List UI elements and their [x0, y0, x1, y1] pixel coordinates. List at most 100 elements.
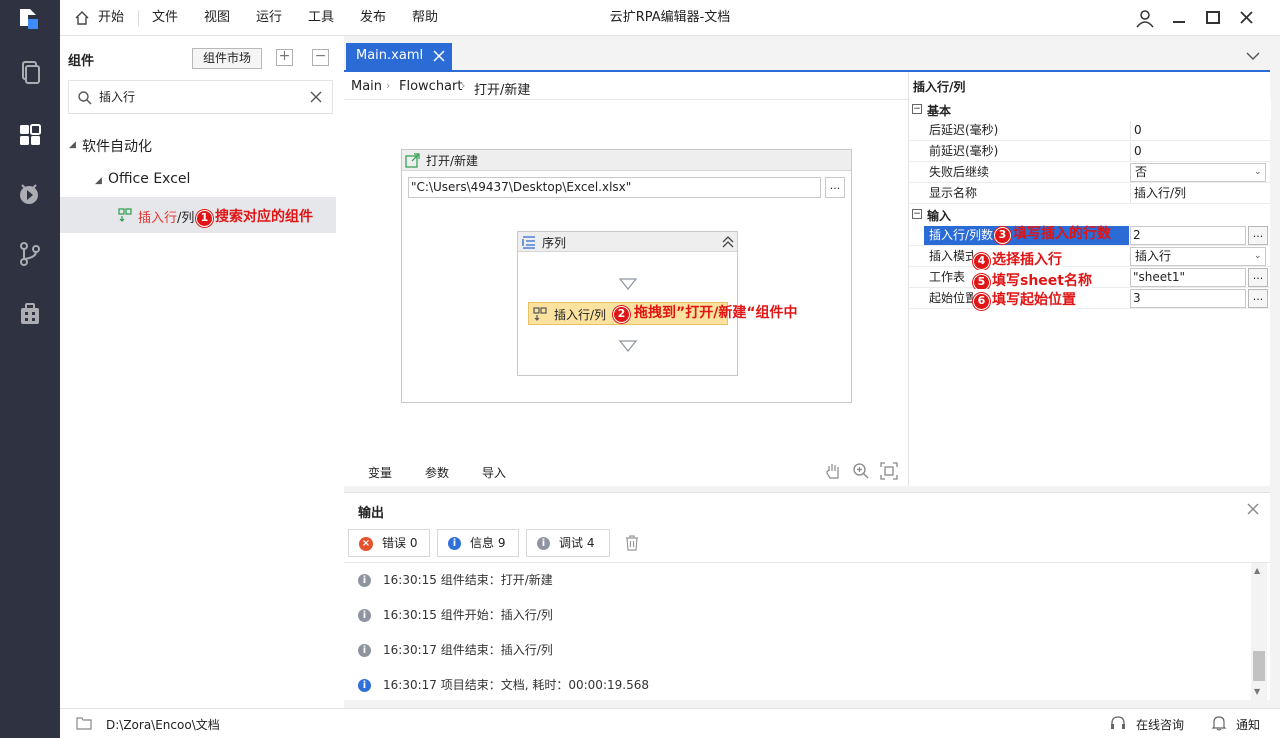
filter-info-button[interactable]: i 信息 9 — [437, 529, 519, 557]
sequence-header: 序列 — [518, 232, 737, 252]
info-icon: i — [358, 679, 371, 692]
chevron-down-icon[interactable] — [1246, 50, 1260, 60]
close-window-icon[interactable] — [1236, 8, 1258, 28]
log-row: i 16:30:15 组件结束：打开/新建 — [358, 563, 553, 598]
before-delay-value[interactable]: 0 — [1130, 142, 1266, 161]
annotation-1: 1 搜索对应的组件 — [196, 206, 313, 227]
display-name-value[interactable]: 插入行/列 — [1130, 184, 1266, 203]
breadcrumb-flowchart[interactable]: Flowchart — [399, 79, 462, 94]
open-file-icon — [405, 153, 420, 168]
home-icon — [74, 10, 90, 26]
project-path: D:\Zora\Encoo\文档 — [106, 718, 220, 732]
collapse-double-chevron-icon[interactable] — [722, 235, 734, 249]
row-count-input[interactable]: 2 — [1130, 226, 1246, 245]
section-basic[interactable]: − 基本 — [909, 99, 1271, 120]
online-consult-link[interactable]: 在线咨询 — [1136, 716, 1184, 733]
minimize-icon[interactable] — [1168, 8, 1190, 28]
menu-separator — [138, 10, 139, 26]
maximize-icon[interactable] — [1202, 8, 1224, 28]
log-row: i 16:30:17 组件结束：插入行/列 — [358, 633, 553, 668]
menu-tools[interactable]: 工具 — [308, 0, 334, 36]
after-delay-value[interactable]: 0 — [1130, 121, 1266, 140]
app-logo-icon — [14, 6, 44, 30]
row-count-expression-button[interactable]: ... — [1248, 226, 1268, 245]
output-panel: 输出 × 错误 0 i 信息 9 i 调试 4 i 16:30:15 组件结束：打开/新… — [344, 492, 1270, 702]
search-box[interactable]: 插入行 — [68, 80, 333, 114]
tree-leaf-insert-row-col[interactable]: 插入行/列 1 搜索对应的组件 — [60, 197, 336, 233]
components-icon[interactable] — [16, 121, 44, 149]
caret-down-icon[interactable]: ◢ — [95, 176, 102, 186]
chevron-down-icon: ⌄ — [1254, 167, 1262, 177]
scroll-thumb[interactable] — [1253, 651, 1265, 681]
breadcrumb-open-new[interactable]: 打开/新建 — [474, 79, 530, 98]
menu-start[interactable]: 开始 — [98, 0, 124, 36]
insert-row-icon — [118, 208, 132, 222]
breadcrumb-main[interactable]: Main — [351, 79, 382, 94]
pages-icon[interactable] — [16, 58, 44, 86]
start-position-input[interactable]: 3 — [1130, 289, 1246, 308]
close-output-icon[interactable] — [1246, 502, 1260, 516]
filter-errors-button[interactable]: × 错误 0 — [348, 529, 430, 557]
start-position-expression-button[interactable]: ... — [1248, 289, 1268, 308]
collapse-all-icon[interactable]: − — [312, 49, 329, 66]
toolbox-icon[interactable] — [16, 300, 44, 328]
section-input[interactable]: − 输入 — [909, 204, 1271, 225]
branch-icon[interactable] — [16, 240, 44, 268]
tab-arguments[interactable]: 参数 — [425, 464, 449, 481]
menu-run[interactable]: 运行 — [256, 0, 282, 36]
user-icon[interactable] — [1134, 8, 1156, 28]
menu-help[interactable]: 帮助 — [412, 0, 438, 36]
fit-screen-icon[interactable] — [880, 462, 898, 480]
annotation-5: 5 填写sheet名称 — [973, 270, 1092, 291]
tab-imports[interactable]: 导入 — [482, 464, 506, 481]
breadcrumb: Main › Flowchart › 打开/新建 — [344, 72, 908, 100]
tree-root-software-automation[interactable]: 软件自动化 — [82, 136, 152, 156]
drop-target-arrow-icon — [618, 340, 638, 352]
annotation-3: 3 填写插入的行数 — [994, 223, 1111, 244]
properties-panel: 插入行/列 − 基本 后延迟(毫秒) 0 前延迟(毫秒) 0 失败后继续 否 ⌄ … — [908, 72, 1271, 486]
debug-icon[interactable] — [16, 180, 44, 208]
drop-target-arrow-icon — [618, 278, 638, 290]
activity-header: 打开/新建 — [402, 150, 851, 171]
zoom-in-icon[interactable] — [852, 462, 870, 480]
browse-file-button[interactable]: ... — [825, 177, 845, 198]
components-panel: 组件 组件市场 + − 插入行 ◢ 软件自动化 ◢ Office Excel 插… — [60, 36, 344, 708]
worksheet-input[interactable]: "sheet1" — [1130, 268, 1246, 287]
file-path-input[interactable]: "C:\Users\49437\Desktop\Excel.xlsx" — [408, 177, 821, 198]
close-tab-icon[interactable] — [432, 49, 446, 63]
trash-icon[interactable] — [624, 535, 640, 551]
output-title: 输出 — [358, 506, 385, 521]
tab-variables[interactable]: 变量 — [368, 464, 392, 481]
tree-node-office-excel[interactable]: Office Excel — [108, 171, 190, 187]
prop-row-start-position: 起始位置 3 ... — [909, 288, 1271, 309]
log-list: i 16:30:15 组件结束：打开/新建 i 16:30:15 组件开始：插入行/… — [344, 562, 1270, 702]
collapse-section-icon[interactable]: − — [912, 209, 922, 219]
info-icon: i — [448, 537, 461, 550]
expand-all-icon[interactable]: + — [276, 49, 293, 66]
collapse-section-icon[interactable]: − — [912, 104, 922, 114]
component-market-button[interactable]: 组件市场 — [192, 48, 262, 69]
menu-file[interactable]: 文件 — [152, 0, 178, 36]
insert-mode-select[interactable]: 插入行 ⌄ — [1130, 247, 1266, 266]
worksheet-expression-button[interactable]: ... — [1248, 268, 1268, 287]
menu-view[interactable]: 视图 — [204, 0, 230, 36]
status-bar: D:\Zora\Encoo\文档 在线咨询 通知 — [60, 708, 1280, 738]
notifications-link[interactable]: 通知 — [1236, 716, 1260, 733]
menu-publish[interactable]: 发布 — [360, 0, 386, 36]
workflow-canvas: Main › Flowchart › 打开/新建 打开/新建 "C:\Users… — [344, 72, 908, 486]
search-input[interactable]: 插入行 — [99, 81, 135, 113]
hand-pan-icon[interactable] — [824, 462, 842, 480]
continue-on-error-select[interactable]: 否 ⌄ — [1130, 163, 1266, 182]
menu-bar: 云扩RPA编辑器-文档 开始 文件 视图 运行 工具 发布 帮助 — [60, 0, 1280, 36]
tab-main-xaml[interactable]: Main.xaml — [346, 43, 452, 71]
caret-down-icon[interactable]: ◢ — [69, 140, 76, 150]
filter-debug-button[interactable]: i 调试 4 — [526, 529, 610, 557]
annotation-6: 6 填写起始位置 — [973, 289, 1076, 310]
log-scrollbar[interactable]: ▲ ▼ — [1251, 563, 1267, 702]
open-new-activity[interactable]: 打开/新建 "C:\Users\49437\Desktop\Excel.xlsx… — [401, 149, 852, 403]
prop-row-insert-mode: 插入模式 插入行 ⌄ — [909, 246, 1271, 267]
clear-search-icon[interactable] — [309, 90, 323, 104]
chevron-down-icon: ⌄ — [1254, 251, 1262, 261]
breadcrumb-separator: › — [386, 79, 391, 92]
annotation-4: 4 选择插入行 — [973, 249, 1062, 270]
